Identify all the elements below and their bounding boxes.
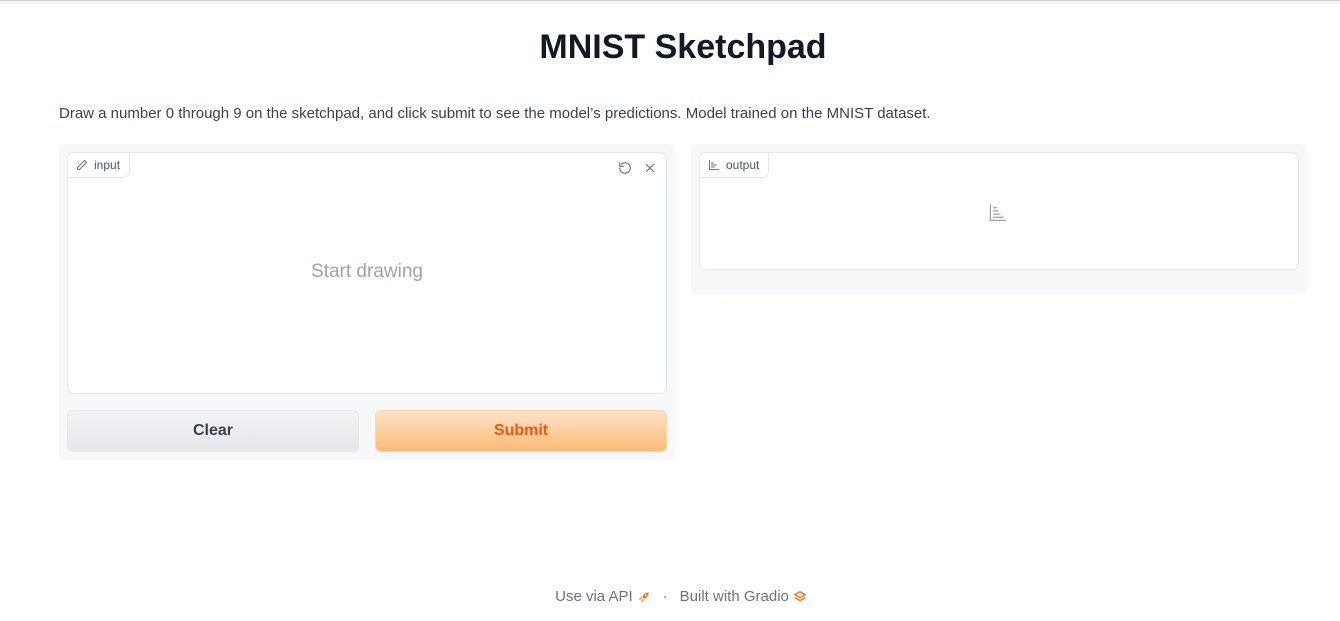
output-panel: output xyxy=(691,144,1307,294)
footer-separator: · xyxy=(662,588,668,605)
sketch-toolbar xyxy=(614,160,660,181)
clear-canvas-button[interactable] xyxy=(639,160,660,181)
top-border xyxy=(0,0,1340,4)
page-title: MNIST Sketchpad xyxy=(539,28,827,66)
empty-chart-icon xyxy=(988,203,1007,227)
pencil-icon xyxy=(76,159,88,171)
page-description: Draw a number 0 through 9 on the sketchp… xyxy=(59,105,931,122)
close-icon xyxy=(643,161,657,180)
sketchpad-canvas[interactable]: input Start drawing xyxy=(67,152,667,394)
sketch-placeholder: Start drawing xyxy=(311,261,423,282)
output-label-area: output xyxy=(699,152,1299,270)
rocket-icon xyxy=(637,588,651,605)
undo-button[interactable] xyxy=(614,160,635,181)
undo-icon xyxy=(618,161,632,180)
input-label-chip: input xyxy=(68,153,131,178)
output-label: output xyxy=(726,158,760,172)
output-label-chip: output xyxy=(700,153,770,178)
gradio-logo-icon xyxy=(793,588,807,605)
api-link[interactable]: Use via API xyxy=(555,588,633,605)
input-label: input xyxy=(94,158,121,172)
input-panel: input Start drawing Clear Submit xyxy=(59,144,675,460)
clear-button[interactable]: Clear xyxy=(67,410,359,452)
bar-chart-icon xyxy=(708,159,720,171)
gradio-link[interactable]: Built with Gradio xyxy=(680,588,789,605)
footer: Use via API · Built with Gradio xyxy=(0,588,1340,605)
submit-button[interactable]: Submit xyxy=(375,410,667,452)
